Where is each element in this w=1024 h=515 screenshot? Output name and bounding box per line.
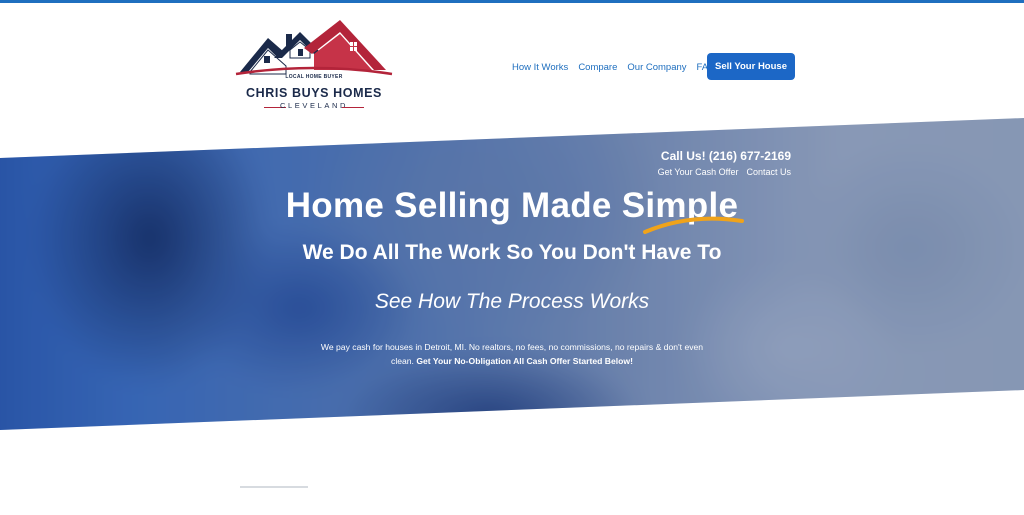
section-divider	[240, 486, 308, 488]
logo-city: CLEVELAND	[279, 101, 348, 110]
hero-body-text: We pay cash for houses in Detroit, MI. N…	[312, 340, 712, 368]
site-logo[interactable]: LOCAL HOME BUYER CHRIS BUYS HOMES CLEVEL…	[234, 18, 394, 116]
nav-our-company[interactable]: Our Company	[627, 62, 686, 73]
page: LOCAL HOME BUYER CHRIS BUYS HOMES CLEVEL…	[0, 0, 1024, 515]
hero-section: Call Us! (216) 677-2169 Get Your Cash Of…	[0, 118, 1024, 430]
house-roof-logo-icon	[235, 20, 393, 76]
hero-subtitle: We Do All The Work So You Don't Have To	[302, 241, 722, 264]
nav-compare[interactable]: Compare	[578, 62, 617, 73]
see-process-link[interactable]: See How The Process Works	[0, 290, 1024, 314]
sell-your-house-button[interactable]: Sell Your House	[707, 53, 795, 80]
logo-tagline: LOCAL HOME BUYER	[285, 74, 343, 80]
nav-how-it-works[interactable]: How It Works	[512, 62, 568, 73]
hero-body-bold: Get Your No-Obligation All Cash Offer St…	[416, 356, 633, 366]
top-accent-bar	[0, 0, 1024, 3]
underline-swoosh-icon	[643, 216, 744, 234]
logo-rule-right	[342, 107, 364, 108]
main-nav: How It Works Compare Our Company FAQ	[512, 54, 722, 80]
logo-brand-name: CHRIS BUYS HOMES	[245, 86, 382, 100]
